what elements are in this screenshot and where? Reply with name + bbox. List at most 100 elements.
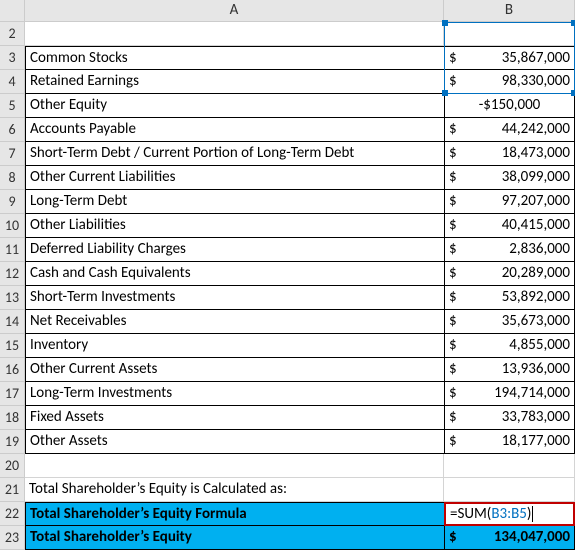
currency-symbol: $ — [449, 358, 457, 381]
table-row: 12 Cash and Cash Equivalents $20,289,000 — [0, 262, 575, 286]
row-header[interactable]: 23 — [0, 526, 25, 550]
cell-label[interactable]: Retained Earnings — [25, 70, 444, 94]
row-header[interactable]: 13 — [0, 286, 25, 310]
cell-amount[interactable]: $2,836,000 — [444, 238, 575, 262]
cell-value: 134,047,000 — [457, 526, 570, 549]
row-header[interactable]: 10 — [0, 214, 25, 238]
cell-label[interactable]: Short-Term Investments — [25, 286, 444, 310]
result-label[interactable]: Total Shareholder’s Equity — [25, 526, 444, 550]
row-header[interactable]: 14 — [0, 310, 25, 334]
cell-label[interactable]: Inventory — [25, 334, 444, 358]
row-header[interactable]: 22 — [0, 502, 25, 526]
row-header[interactable]: 6 — [0, 118, 25, 142]
table-row: 15 Inventory $4,855,000 — [0, 334, 575, 358]
cell-value: 18,473,000 — [457, 142, 570, 165]
currency-symbol: $ — [449, 310, 457, 333]
formula-cell[interactable]: =SUM(B3:B5) — [444, 502, 575, 526]
cell-b20[interactable] — [444, 454, 575, 478]
cell-amount[interactable]: $53,892,000 — [444, 286, 575, 310]
cell-amount[interactable]: $13,936,000 — [444, 358, 575, 382]
currency-symbol: $ — [449, 47, 457, 70]
cell-amount[interactable]: $4,855,000 — [444, 334, 575, 358]
col-header-b[interactable]: B — [444, 0, 575, 22]
row-header[interactable]: 15 — [0, 334, 25, 358]
cell-a20[interactable] — [25, 454, 444, 478]
cell-amount[interactable]: $97,207,000 — [444, 190, 575, 214]
cell-amount[interactable]: $38,099,000 — [444, 166, 575, 190]
row-header[interactable]: 4 — [0, 70, 25, 94]
row-header[interactable]: 17 — [0, 382, 25, 406]
cell-value: 18,177,000 — [457, 430, 570, 453]
row-20: 20 — [0, 454, 575, 478]
currency-symbol: $ — [449, 214, 457, 237]
cell-amount[interactable]: $194,714,000 — [444, 382, 575, 406]
cell-value: 35,867,000 — [457, 47, 570, 70]
row-header[interactable]: 2 — [0, 22, 25, 46]
cell-amount[interactable]: $98,330,000 — [444, 70, 575, 94]
row-header[interactable]: 18 — [0, 406, 25, 430]
cell-label[interactable]: Fixed Assets — [25, 406, 444, 430]
row-header[interactable]: 5 — [0, 94, 25, 118]
cell-label[interactable]: Deferred Liability Charges — [25, 238, 444, 262]
cell-amount[interactable]: $33,783,000 — [444, 406, 575, 430]
table-row: 16 Other Current Assets $13,936,000 — [0, 358, 575, 382]
cell-b2[interactable] — [444, 22, 575, 46]
spreadsheet: A B 2 3 Common Stocks $35,867,000 4 Reta… — [0, 0, 575, 550]
cell-a2[interactable] — [25, 22, 444, 46]
table-row: 9 Long-Term Debt $97,207,000 — [0, 190, 575, 214]
table-row: 18 Fixed Assets $33,783,000 — [0, 406, 575, 430]
cell-amount[interactable]: $18,473,000 — [444, 142, 575, 166]
row-header[interactable]: 21 — [0, 478, 25, 502]
currency-symbol: $ — [449, 190, 457, 213]
text-cursor-icon — [532, 506, 533, 522]
cell-amount[interactable]: -$150,000 — [444, 94, 575, 118]
table-row: 17 Long-Term Investments $194,714,000 — [0, 382, 575, 406]
cell-amount[interactable]: $40,415,000 — [444, 214, 575, 238]
cell-label[interactable]: Short-Term Debt / Current Portion of Lon… — [25, 142, 444, 166]
currency-symbol: $ — [449, 166, 457, 189]
row-header[interactable]: 7 — [0, 142, 25, 166]
cell-amount[interactable]: $35,867,000 — [444, 46, 575, 70]
table-row: 11 Deferred Liability Charges $2,836,000 — [0, 238, 575, 262]
cell-value: 53,892,000 — [457, 286, 570, 309]
cell-label[interactable]: Other Equity — [25, 94, 444, 118]
cell-label[interactable]: Other Current Assets — [25, 358, 444, 382]
cell-label[interactable]: Long-Term Debt — [25, 190, 444, 214]
row-header[interactable]: 20 — [0, 454, 25, 478]
cell-value: 44,242,000 — [457, 118, 570, 141]
cell-amount[interactable]: $18,177,000 — [444, 430, 575, 454]
cell-label[interactable]: Net Receivables — [25, 310, 444, 334]
select-all-corner[interactable] — [0, 0, 25, 22]
cell-label[interactable]: Accounts Payable — [25, 118, 444, 142]
cell-value: 35,673,000 — [457, 310, 570, 333]
row-header[interactable]: 11 — [0, 238, 25, 262]
cell-label[interactable]: Other Assets — [25, 430, 444, 454]
result-cell[interactable]: $134,047,000 — [444, 526, 575, 550]
row-header[interactable]: 9 — [0, 190, 25, 214]
cell-label[interactable]: Other Liabilities — [25, 214, 444, 238]
cell-b21[interactable] — [444, 478, 575, 502]
cell-amount[interactable]: $20,289,000 — [444, 262, 575, 286]
table-row: 10 Other Liabilities $40,415,000 — [0, 214, 575, 238]
row-header[interactable]: 8 — [0, 166, 25, 190]
row-header[interactable]: 3 — [0, 46, 25, 70]
cell-amount[interactable]: $35,673,000 — [444, 310, 575, 334]
cell-value: 20,289,000 — [457, 262, 570, 285]
cell-amount[interactable]: $44,242,000 — [444, 118, 575, 142]
row-header[interactable]: 16 — [0, 358, 25, 382]
currency-symbol: $ — [449, 286, 457, 309]
cell-label[interactable]: Other Current Liabilities — [25, 166, 444, 190]
equity-heading[interactable]: Total Shareholder’s Equity is Calculated… — [25, 478, 444, 502]
cell-value: 13,936,000 — [457, 358, 570, 381]
table-row: 8 Other Current Liabilities $38,099,000 — [0, 166, 575, 190]
table-row: 5 Other Equity -$150,000 — [0, 94, 575, 118]
cell-label[interactable]: Cash and Cash Equivalents — [25, 262, 444, 286]
cell-label[interactable]: Long-Term Investments — [25, 382, 444, 406]
row-header[interactable]: 12 — [0, 262, 25, 286]
cell-label[interactable]: Common Stocks — [25, 46, 444, 70]
currency-symbol: $ — [449, 142, 457, 165]
row-header[interactable]: 19 — [0, 430, 25, 454]
formula-label[interactable]: Total Shareholder’s Equity Formula — [25, 502, 444, 526]
col-header-a[interactable]: A — [25, 0, 444, 22]
currency-symbol: $ — [449, 406, 457, 429]
